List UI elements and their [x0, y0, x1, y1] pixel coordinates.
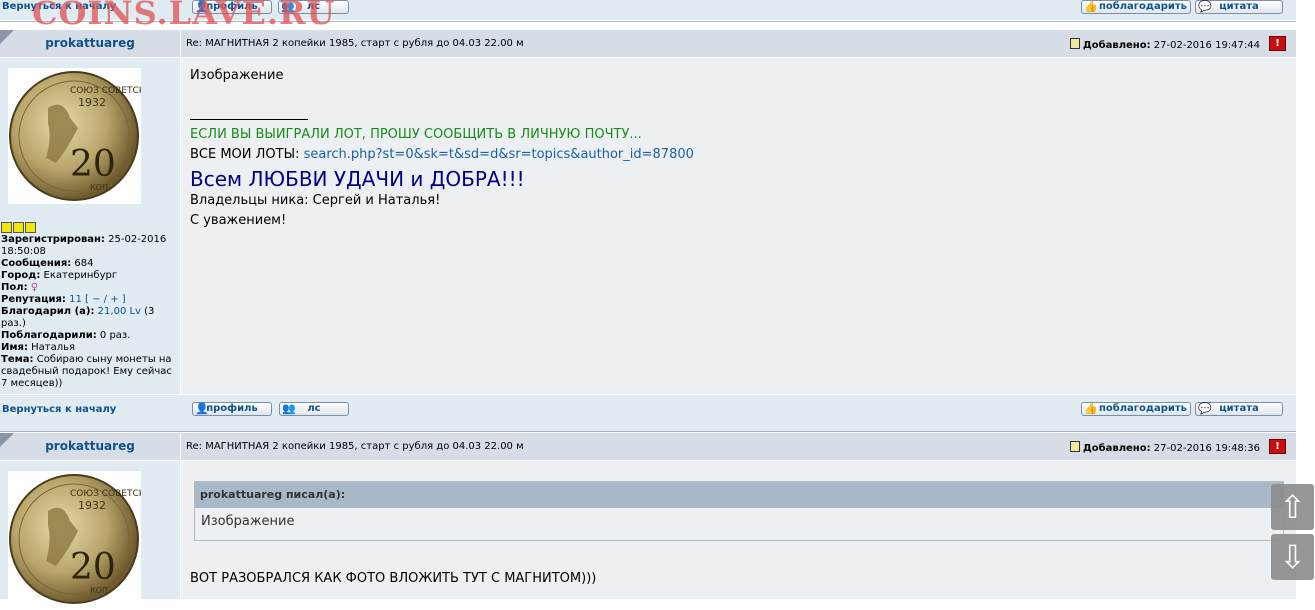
city-row: Город: Екатеринбург — [1, 270, 118, 281]
thanks-button[interactable]: 👍 поблагодарить — [1081, 0, 1191, 14]
coin-value: 20 — [70, 144, 116, 185]
coin-year: 1932 — [78, 499, 106, 512]
thumbs-up-icon: 👍 — [1084, 402, 1098, 415]
post-body-text: ВОТ РАЗОБРАЛСЯ КАК ФОТО ВЛОЖИТЬ ТУТ С МА… — [190, 571, 597, 586]
speech-bubble-icon: 💬 — [1198, 0, 1212, 13]
post-author-link[interactable]: prokattuareg — [0, 439, 180, 453]
profile-details: Зарегистрирован: 25-02-2016 18:50:08 Соо… — [1, 234, 177, 390]
gender-row: Пол: ♀ — [1, 282, 39, 293]
female-icon: ♀ — [30, 282, 39, 293]
post-icon — [1069, 38, 1080, 49]
signature-line: ЕСЛИ ВЫ ВЫИГРАЛИ ЛОТ, ПРОШУ СООБЩИТЬ В Л… — [190, 127, 642, 142]
quote-header: prokattuareg писал(а): — [195, 482, 1283, 508]
post-header: Re: МАГНИТНАЯ 2 копейки 1985, старт с ру… — [181, 30, 1296, 57]
signature-owners: Владельцы ника: Сергей и Наталья! — [190, 193, 441, 208]
site-watermark: COINS.LAVE.RU — [32, 0, 336, 32]
rank-square — [13, 222, 24, 233]
topic-row: Тема: Собираю сыну монеты на свадебный п… — [1, 354, 172, 389]
reputation-row: Репутация: 11 [ − / + ] — [1, 294, 126, 305]
divider — [0, 431, 1296, 432]
scroll-up-button[interactable]: ⇧ — [1271, 484, 1314, 530]
post-author-header: prokattuareg — [0, 30, 180, 57]
quote-body: Изображение — [201, 514, 295, 529]
quote-button[interactable]: 💬 цитата — [1195, 402, 1283, 416]
registered-row: Зарегистрирован: 25-02-2016 18:50:08 — [1, 234, 167, 257]
avatar: 1932 СОЮЗ СОВЕТСК 20 КОП — [8, 471, 146, 607]
profile-button[interactable]: 👤 профиль — [192, 402, 272, 416]
signature-divider — [190, 119, 308, 120]
post-subject: Re: МАГНИТНАЯ 2 копейки 1985, старт с ру… — [186, 441, 524, 452]
post-image-placeholder: Изображение — [190, 68, 284, 83]
arrow-up-icon: ⇧ — [1279, 488, 1306, 526]
report-button[interactable]: ! — [1269, 439, 1286, 454]
report-button[interactable]: ! — [1269, 36, 1286, 51]
name-row: Имя: Наталья — [1, 342, 76, 353]
post-date: Добавлено: 27-02-2016 19:48:36 — [1069, 441, 1260, 454]
messages-row: Сообщения: 684 — [1, 258, 94, 269]
users-icon: 👥 — [282, 402, 296, 415]
thanked-row: Благодарил (а): 21,00 Lv (3 раз.) — [1, 306, 155, 329]
arrow-down-icon: ⇩ — [1279, 538, 1306, 576]
post-author-header: prokattuareg — [0, 433, 180, 460]
post-author-link[interactable]: prokattuareg — [0, 36, 180, 50]
signature-regards: С уважением! — [190, 213, 287, 228]
coin-unit: КОП — [90, 586, 108, 595]
lots-search-link[interactable]: search.php?st=0&sk=t&sd=d&sr=topics&auth… — [304, 147, 694, 162]
rank-square — [25, 222, 36, 233]
speech-bubble-icon: 💬 — [1198, 402, 1212, 415]
post-header: Re: МАГНИТНАЯ 2 копейки 1985, старт с ру… — [181, 433, 1296, 460]
coin-year: 1932 — [78, 96, 106, 109]
quote-button[interactable]: 💬 цитата — [1195, 0, 1283, 14]
avatar: 1932 СОЮЗ СОВЕТСК 20 КОП — [8, 68, 146, 204]
thumbs-up-icon: 👍 — [1084, 0, 1098, 13]
pm-button[interactable]: 👥 лс — [279, 402, 349, 416]
post-body-panel: Изображение ЕСЛИ ВЫ ВЫИГРАЛИ ЛОТ, ПРОШУ … — [181, 58, 1296, 394]
rank-square — [1, 222, 12, 233]
was-thanked-row: Поблагодарили: 0 раз. — [1, 330, 131, 341]
user-icon: 👤 — [195, 402, 209, 415]
author-profile-panel: 1932 СОЮЗ СОВЕТСК 20 КОП Зарегистрирован… — [0, 58, 180, 394]
back-to-top-link[interactable]: Вернуться к началу — [2, 404, 116, 415]
signature-slogan: Всем ЛЮБВИ УДАЧИ и ДОБРА!!! — [190, 167, 525, 191]
post-footer: Вернуться к началу 👤 профиль 👥 лс 👍 побл… — [0, 395, 1296, 431]
thanked-link[interactable]: 21,00 Lv — [98, 306, 141, 317]
reputation-link[interactable]: 11 — [69, 294, 82, 305]
quote-block: prokattuareg писал(а): Изображение — [194, 481, 1284, 541]
coin-top-text: СОЮЗ СОВЕТСК — [70, 86, 141, 96]
post-icon — [1069, 441, 1080, 452]
thanks-button[interactable]: 👍 поблагодарить — [1081, 402, 1191, 416]
signature-lots: ВСЕ МОИ ЛОТЫ: search.php?st=0&sk=t&sd=d&… — [190, 147, 694, 162]
post-date: Добавлено: 27-02-2016 19:47:44 — [1069, 38, 1260, 51]
coin-unit: КОП — [90, 183, 108, 192]
coin-top-text: СОЮЗ СОВЕТСК — [70, 489, 141, 499]
reputation-controls[interactable]: [ − / + ] — [85, 294, 126, 305]
scroll-down-button[interactable]: ⇩ — [1271, 534, 1314, 580]
author-profile-panel: 1932 СОЮЗ СОВЕТСК 20 КОП — [0, 461, 180, 607]
coin-value: 20 — [70, 547, 116, 588]
post-subject: Re: МАГНИТНАЯ 2 копейки 1985, старт с ру… — [186, 38, 524, 49]
